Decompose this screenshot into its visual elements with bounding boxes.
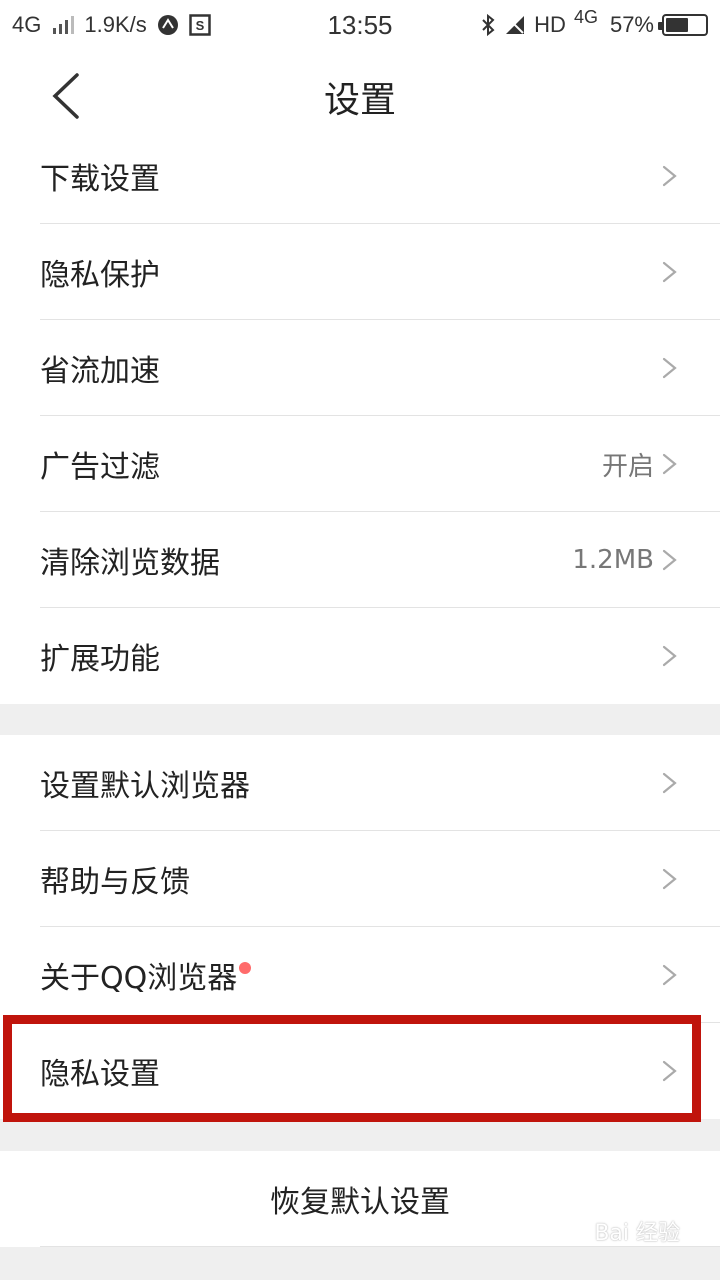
chevron-right-icon bbox=[662, 964, 677, 986]
settings-row-label: 广告过滤 bbox=[40, 450, 160, 485]
clock: 13:55 bbox=[327, 9, 393, 40]
settings-row-group1-3[interactable]: 广告过滤 开启 bbox=[0, 416, 720, 512]
settings-row-group1-4[interactable]: 清除浏览数据 1.2MB bbox=[0, 512, 720, 608]
settings-row-value: 1.2MB bbox=[572, 545, 654, 575]
chevron-right-icon bbox=[662, 453, 677, 475]
settings-row-group2-2[interactable]: 关于QQ浏览器 bbox=[0, 927, 720, 1023]
chevron-right-icon bbox=[662, 645, 677, 667]
settings-row-value: 开启 bbox=[601, 451, 654, 482]
new-badge-dot bbox=[239, 962, 252, 974]
app-notification-icon bbox=[157, 14, 179, 36]
signal-icon bbox=[53, 16, 75, 34]
battery-icon bbox=[658, 14, 708, 36]
chevron-right-icon bbox=[662, 261, 677, 283]
chevron-right-icon bbox=[662, 772, 677, 794]
settings-group-secondary: 设置默认浏览器 帮助与反馈关于QQ浏览器 隐私设置 bbox=[0, 735, 720, 1119]
settings-group-primary: 下载设置隐私保护省流加速广告过滤 开启清除浏览数据 1.2MB 扩展功能 bbox=[0, 128, 720, 704]
settings-row-group2-1[interactable]: 帮助与反馈 bbox=[0, 831, 720, 927]
network-type: 4G bbox=[12, 12, 42, 37]
settings-row-label: 下载设置 bbox=[40, 162, 160, 197]
no-signal-icon bbox=[504, 14, 526, 36]
hd-indicator: HD bbox=[534, 12, 566, 37]
chevron-right-icon bbox=[662, 165, 677, 187]
chevron-right-icon bbox=[662, 1060, 677, 1082]
settings-row-group1-0[interactable]: 下载设置 bbox=[0, 128, 720, 224]
chevron-right-icon bbox=[662, 549, 677, 571]
battery-percent: 57% bbox=[609, 12, 654, 37]
storage-notification-icon: S bbox=[188, 14, 211, 36]
settings-row-label: 关于QQ浏览器 bbox=[40, 961, 238, 996]
settings-row-group2-0[interactable]: 设置默认浏览器 bbox=[0, 735, 720, 831]
settings-row-label: 扩展功能 bbox=[40, 642, 160, 677]
settings-row-label: 帮助与反馈 bbox=[40, 865, 190, 900]
settings-row-label: 清除浏览数据 bbox=[40, 546, 220, 581]
status-bar: 4G 1.9K/s S 13:55 HD 4G 57% bbox=[0, 0, 720, 50]
settings-row-group2-3[interactable]: 隐私设置 bbox=[0, 1023, 720, 1119]
settings-row-label: 省流加速 bbox=[40, 354, 160, 389]
settings-row-group1-2[interactable]: 省流加速 bbox=[0, 320, 720, 416]
chevron-right-icon bbox=[662, 868, 677, 890]
bluetooth-icon bbox=[480, 13, 496, 37]
chevron-right-icon bbox=[662, 357, 677, 379]
svg-text:S: S bbox=[195, 18, 204, 33]
settings-row-label: 隐私保护 bbox=[40, 258, 160, 293]
network-type-secondary: 4G bbox=[573, 6, 598, 27]
settings-row-label-wrap: 关于QQ浏览器 bbox=[40, 953, 252, 997]
network-speed: 1.9K/s bbox=[84, 12, 147, 37]
settings-row-label: 隐私设置 bbox=[40, 1057, 160, 1092]
watermark: Bai 经验 bbox=[594, 1221, 680, 1246]
restore-defaults-label: 恢复默认设置 bbox=[270, 1185, 450, 1220]
settings-row-group1-5[interactable]: 扩展功能 bbox=[0, 608, 720, 704]
settings-row-group1-1[interactable]: 隐私保护 bbox=[0, 224, 720, 320]
settings-row-label: 设置默认浏览器 bbox=[40, 769, 250, 804]
